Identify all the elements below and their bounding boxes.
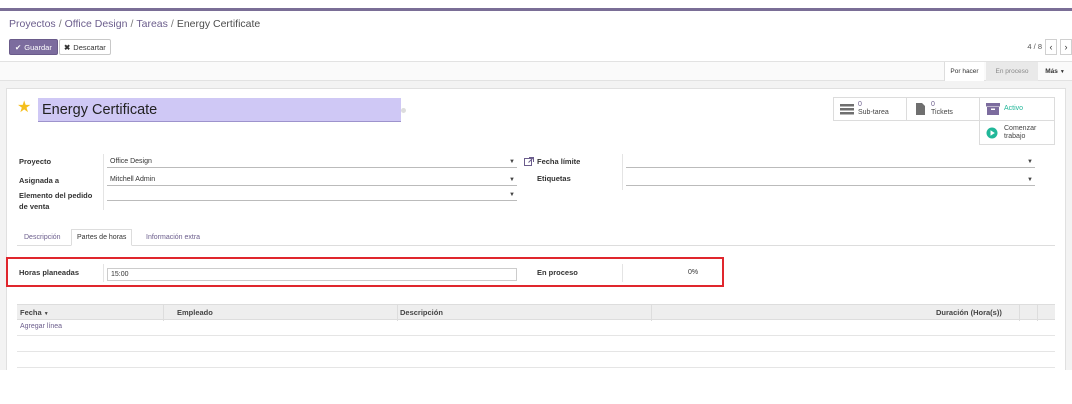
sort-down-icon: ▼ [43, 311, 49, 317]
stage-in-progress[interactable]: En proceso [986, 62, 1038, 81]
breadcrumb: Proyectos / Office Design / Tareas / Energy Ce… [9, 18, 260, 30]
start-line-2: trabajo [1004, 132, 1026, 140]
add-line-link[interactable]: Agregar línea [20, 323, 62, 330]
subtasks-count: 0 [858, 101, 862, 108]
kanban-state-indicator[interactable] [401, 108, 406, 113]
breadcrumb-projects[interactable]: Proyectos [9, 18, 56, 30]
chevron-right-icon: › [1064, 42, 1068, 52]
discard-button[interactable]: ✖ Descartar [59, 39, 111, 55]
project-value: Office Design [110, 158, 152, 165]
save-label: Guardar [24, 42, 52, 52]
pager-value[interactable]: 4 / 8 [1027, 42, 1042, 51]
file-icon [916, 103, 925, 115]
deadline-label: Fecha límite [537, 157, 581, 166]
table-row [17, 352, 1055, 368]
column-duration[interactable]: Duración (Hora(s)) [936, 308, 1002, 317]
archive-icon [986, 103, 1000, 115]
column-divider [163, 305, 164, 321]
tickets-label: Tickets [931, 109, 953, 116]
tags-label: Etiquetas [537, 174, 571, 183]
deadline-field[interactable]: ▼ [626, 157, 1035, 168]
subtasks-label: Sub-tarea [858, 109, 889, 116]
caret-down-icon: ▼ [1027, 177, 1033, 183]
breadcrumb-tasks[interactable]: Tareas [136, 18, 168, 30]
tickets-count: 0 [931, 101, 935, 108]
star-icon[interactable]: ★ [17, 97, 31, 117]
table-row [17, 336, 1055, 352]
task-title-input[interactable]: Energy Certificate [38, 98, 401, 122]
caret-down-icon: ▼ [509, 159, 515, 165]
assigned-label: Asignada a [19, 176, 60, 185]
sale-line-label-line-2: de venta [19, 202, 50, 211]
save-button[interactable]: ✔ Guardar [9, 39, 58, 55]
column-description[interactable]: Descripción [400, 308, 443, 317]
tags-field[interactable]: ▼ [626, 175, 1035, 186]
external-link-icon[interactable] [524, 157, 534, 166]
sale-line-label: Elemento del pedido de venta [19, 190, 92, 212]
breadcrumb-separator: / [170, 18, 174, 30]
tab-extra-info[interactable]: Información extra [141, 229, 205, 246]
sale-line-field[interactable]: ▼ [107, 190, 517, 201]
stage-todo[interactable]: Por hacer [944, 62, 984, 81]
column-divider [651, 305, 652, 321]
status-bar: Por hacer En proceso Más ▼ [0, 62, 1072, 81]
caret-down-icon: ▼ [509, 177, 515, 183]
stage-more-dropdown[interactable]: Más ▼ [1040, 62, 1070, 81]
times-icon: ✖ [64, 42, 71, 52]
table-header: Fecha ▼ Empleado Descripción Duración (H… [17, 304, 1055, 321]
tickets-button[interactable]: 0 Tickets [906, 97, 980, 121]
column-date[interactable]: Fecha ▼ [20, 308, 49, 317]
tasks-icon [840, 104, 854, 115]
stage-more-label: Más [1045, 68, 1058, 75]
caret-down-icon: ▼ [1027, 159, 1033, 165]
check-icon: ✔ [15, 42, 22, 52]
breadcrumb-current: Energy Certificate [176, 18, 261, 30]
field-label-divider [103, 154, 104, 210]
column-divider [1019, 305, 1020, 321]
add-line-row: Agregar línea [17, 320, 1055, 336]
breadcrumb-separator: / [130, 18, 134, 30]
project-label: Proyecto [19, 157, 52, 166]
play-icon [986, 127, 998, 138]
discard-label: Descartar [73, 42, 106, 52]
notebook-tabs: Descripción Partes de horas Información … [17, 229, 1055, 246]
active-toggle-button[interactable]: Activo [979, 97, 1055, 121]
sale-line-label-line-1: Elemento del pedido [19, 191, 93, 200]
breadcrumb-project[interactable]: Office Design [65, 18, 128, 30]
pager-next-button[interactable]: › [1060, 39, 1072, 55]
breadcrumb-separator: / [58, 18, 62, 30]
control-panel: Proyectos / Office Design / Tareas / Energy Ce… [0, 11, 1072, 62]
column-divider [397, 305, 398, 321]
task-title: Energy Certificate [42, 101, 158, 118]
tab-timesheets[interactable]: Partes de horas [71, 229, 133, 246]
assigned-value: Mitchell Admin [110, 176, 156, 183]
subtasks-button[interactable]: 0 Sub-tarea [833, 97, 907, 121]
column-employee[interactable]: Empleado [177, 308, 213, 317]
assigned-field[interactable]: Mitchell Admin ▼ [107, 175, 517, 186]
project-field[interactable]: Office Design ▼ [107, 157, 517, 168]
highlight-box [6, 257, 724, 287]
start-line-1: Comenzar [1004, 124, 1037, 132]
pager-previous-button[interactable]: ‹ [1045, 39, 1057, 55]
field-label-divider [622, 154, 623, 190]
caret-down-icon: ▼ [1059, 68, 1065, 75]
active-label: Activo [1004, 105, 1024, 112]
tab-description[interactable]: Descripción [19, 229, 66, 246]
page-bottom-area [0, 370, 1072, 404]
chevron-left-icon: ‹ [1049, 42, 1053, 52]
caret-down-icon: ▼ [509, 192, 515, 198]
start-work-button[interactable]: Comenzar trabajo [979, 120, 1055, 145]
column-date-label: Fecha [20, 308, 42, 317]
column-divider [1037, 305, 1038, 321]
